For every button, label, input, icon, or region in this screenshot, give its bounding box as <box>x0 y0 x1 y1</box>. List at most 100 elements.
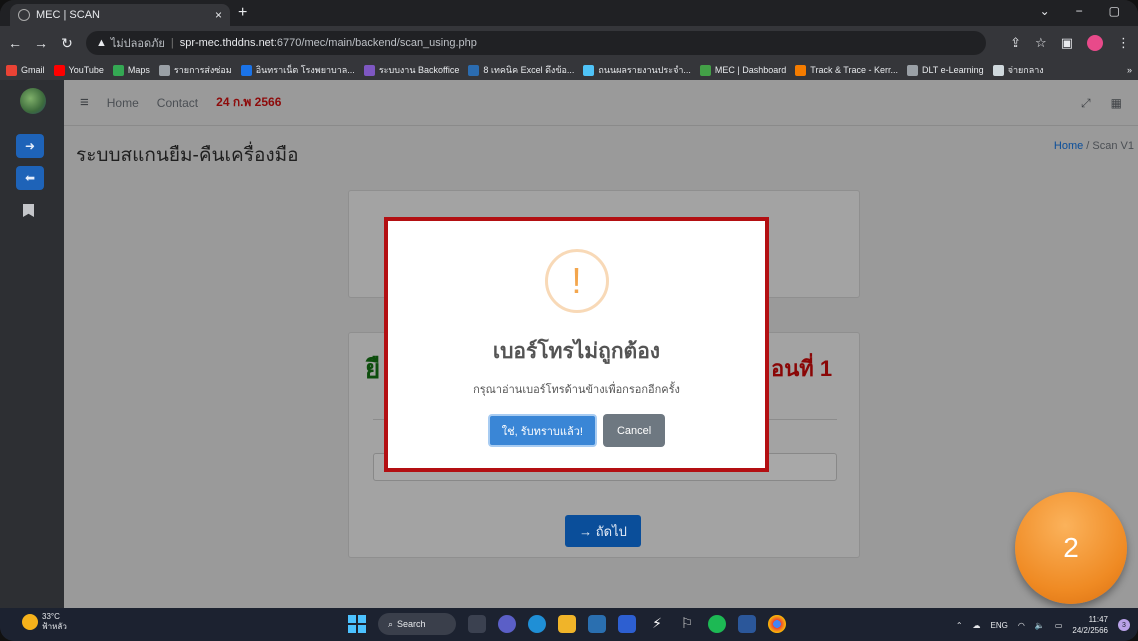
taskbar-search[interactable]: ⌕ Search <box>378 613 456 635</box>
task-view-icon[interactable] <box>468 615 486 633</box>
address-bar[interactable]: ▲ ไม่ปลอดภัย | spr-mec.thddns.net :6770/… <box>86 31 986 55</box>
bookmark-favicon-icon <box>583 64 595 76</box>
grid-icon[interactable]: ▦ <box>1111 96 1122 111</box>
windows-taskbar: 33°C ฟ้าหลัว ⌕Search ⚡ ⚐ ⌃ ☁ ENG ◠ 🔈 ▭ <box>0 608 1138 641</box>
reload-icon[interactable]: ↻ <box>60 35 74 52</box>
search-icon: ⌕ <box>388 618 394 629</box>
clock-time: 11:47 <box>1088 615 1108 624</box>
hamburger-menu-icon[interactable]: ≡ <box>80 94 89 111</box>
next-button[interactable]: → ถัดไป <box>565 515 641 547</box>
tab-favicon-icon <box>18 9 30 21</box>
chevron-up-icon[interactable]: ⌃ <box>956 621 963 630</box>
star-icon[interactable]: ☆ <box>1035 35 1047 51</box>
clock[interactable]: 11:47 24/2/2566 <box>1072 614 1108 636</box>
bookmarks-more-button[interactable]: » <box>1127 65 1132 75</box>
language-indicator[interactable]: ENG <box>991 621 1008 630</box>
nav-contact-link[interactable]: Contact <box>157 96 198 110</box>
bookmark-label: Maps <box>127 65 150 75</box>
fullscreen-icon[interactable]: ⤢ <box>1081 96 1091 111</box>
menu-icon[interactable]: ⋮ <box>1117 35 1130 51</box>
bookmark-favicon-icon <box>906 64 918 76</box>
pen-app-icon[interactable]: ⚐ <box>678 615 696 633</box>
weather-widget[interactable]: 33°C ฟ้าหลัว <box>22 612 67 632</box>
bookmark-favicon-icon <box>699 64 711 76</box>
mail-icon[interactable] <box>588 615 606 633</box>
bookmark-item[interactable]: Track & Trace - Kerr... <box>795 64 898 76</box>
bookmark-item[interactable]: จ่ายกลาง <box>992 63 1044 77</box>
bookmark-item[interactable]: Maps <box>112 64 150 76</box>
share-icon[interactable]: ⇪ <box>1010 35 1021 51</box>
nav-home-link[interactable]: Home <box>107 96 139 110</box>
breadcrumb-current: Scan V1 <box>1092 140 1134 152</box>
bookmark-label: 8 เทคนิค Excel ดึงข้อ... <box>483 65 575 75</box>
bolt-app-icon[interactable]: ⚡ <box>648 615 666 633</box>
card-heading-right: อนที่ 1 <box>771 356 833 381</box>
browser-tab[interactable]: MEC | SCAN × <box>10 4 230 26</box>
bookmark-item[interactable]: รายการส่งซ่อม <box>158 63 232 77</box>
chrome-icon[interactable] <box>768 615 786 633</box>
file-explorer-icon[interactable] <box>558 615 576 633</box>
app-logo[interactable] <box>20 88 46 114</box>
edge-icon[interactable] <box>528 615 546 633</box>
sidebar-logout-button[interactable]: ⬅ <box>16 166 44 190</box>
cancel-button[interactable]: Cancel <box>602 414 666 447</box>
warning-icon[interactable]: ▲ <box>96 37 107 49</box>
back-icon[interactable]: ← <box>8 35 22 51</box>
bookmark-label: Gmail <box>21 65 45 75</box>
maximize-button[interactable]: ▢ <box>1109 4 1120 18</box>
taskbar-apps: ⌕ Search ⚡ ⚐ <box>348 613 786 635</box>
bookmark-item[interactable]: DLT e-Learning <box>906 64 984 76</box>
screen: MEC | SCAN × + ⌄ − ▢ ← → ↻ ▲ ไม่ปลอดภัย … <box>0 0 1138 641</box>
modal-title: เบอร์โทรไม่ถูกต้อง <box>492 340 661 363</box>
tab-search-icon[interactable]: ⌄ <box>1040 4 1050 18</box>
teams-icon[interactable] <box>498 615 516 633</box>
arrow-left-circle-icon: ⬅ <box>24 171 36 185</box>
bookmark-label: ระบบงาน Backoffice <box>378 65 460 75</box>
bookmark-item[interactable]: Gmail <box>6 64 45 76</box>
windows-start-icon[interactable] <box>348 615 366 633</box>
volume-icon[interactable]: 🔈 <box>1035 621 1045 630</box>
cloud-icon[interactable]: ☁ <box>973 621 981 630</box>
battery-icon[interactable]: ▭ <box>1055 621 1063 630</box>
breadcrumb-home-link[interactable]: Home <box>1054 140 1083 152</box>
web-page: ➜ ⬅ ≡ Home Contact 24 ก.พ 2566 ⤢ ▦ ระบบส… <box>0 80 1138 608</box>
bookmark-icon[interactable] <box>23 204 34 217</box>
weather-icon <box>22 614 38 630</box>
bookmark-label: Track & Trace - Kerr... <box>810 65 898 75</box>
store-icon[interactable] <box>618 615 636 633</box>
bookmarks-bar: Gmail YouTube Maps รายการส่งซ่อม อินทราเน็ต … <box>0 60 1138 80</box>
top-navbar: ≡ Home Contact 24 ก.พ 2566 ⤢ ▦ <box>64 80 1138 126</box>
new-tab-button[interactable]: + <box>238 4 247 22</box>
bookmark-item[interactable]: MEC | Dashboard <box>699 64 786 76</box>
tab-close-icon[interactable]: × <box>215 8 222 22</box>
sidebar-login-button[interactable]: ➜ <box>16 134 44 158</box>
forward-icon[interactable]: → <box>34 35 48 51</box>
bookmark-favicon-icon <box>6 64 17 76</box>
alert-modal: ! เบอร์โทรไม่ถูกต้อง กรุณาอ่านเบอร์โทรด้… <box>388 221 765 468</box>
notification-badge[interactable]: 3 <box>1118 619 1130 631</box>
wifi-icon[interactable]: ◠ <box>1018 621 1025 630</box>
system-tray: ⌃ ☁ ENG ◠ 🔈 ▭ 11:47 24/2/2566 3 <box>956 614 1130 636</box>
bookmark-favicon-icon <box>363 64 375 76</box>
confirm-button[interactable]: ใช่, รับทราบแล้ว! <box>487 414 597 447</box>
bookmark-item[interactable]: ถนนผลรายงานประจำ... <box>583 63 691 77</box>
sidepanel-icon[interactable]: ▣ <box>1061 35 1073 51</box>
card-heading-left: ยื <box>365 354 381 384</box>
spotify-icon[interactable] <box>708 615 726 633</box>
bookmark-item[interactable]: อินทราเน็ต โรงพยาบาล... <box>240 63 355 77</box>
bookmark-favicon-icon <box>112 64 124 76</box>
tab-title: MEC | SCAN <box>36 9 100 21</box>
modal-actions: ใช่, รับทราบแล้ว! Cancel <box>487 414 666 447</box>
navbar-right-icons: ⤢ ▦ <box>1081 96 1122 111</box>
bookmark-item[interactable]: YouTube <box>53 64 104 76</box>
temperature: 33°C <box>42 612 60 621</box>
bookmark-favicon-icon <box>158 64 170 76</box>
bookmark-favicon-icon <box>240 64 252 76</box>
page-title: ระบบสแกนยืม-คืนเครื่องมือ <box>76 145 299 166</box>
minimize-button[interactable]: − <box>1076 4 1083 18</box>
modal-highlight-border: ! เบอร์โทรไม่ถูกต้อง กรุณาอ่านเบอร์โทรด้… <box>384 217 769 472</box>
bookmark-item[interactable]: 8 เทคนิค Excel ดึงข้อ... <box>468 63 574 77</box>
profile-avatar[interactable] <box>1087 35 1103 51</box>
word-icon[interactable] <box>738 615 756 633</box>
bookmark-item[interactable]: ระบบงาน Backoffice <box>363 63 460 77</box>
